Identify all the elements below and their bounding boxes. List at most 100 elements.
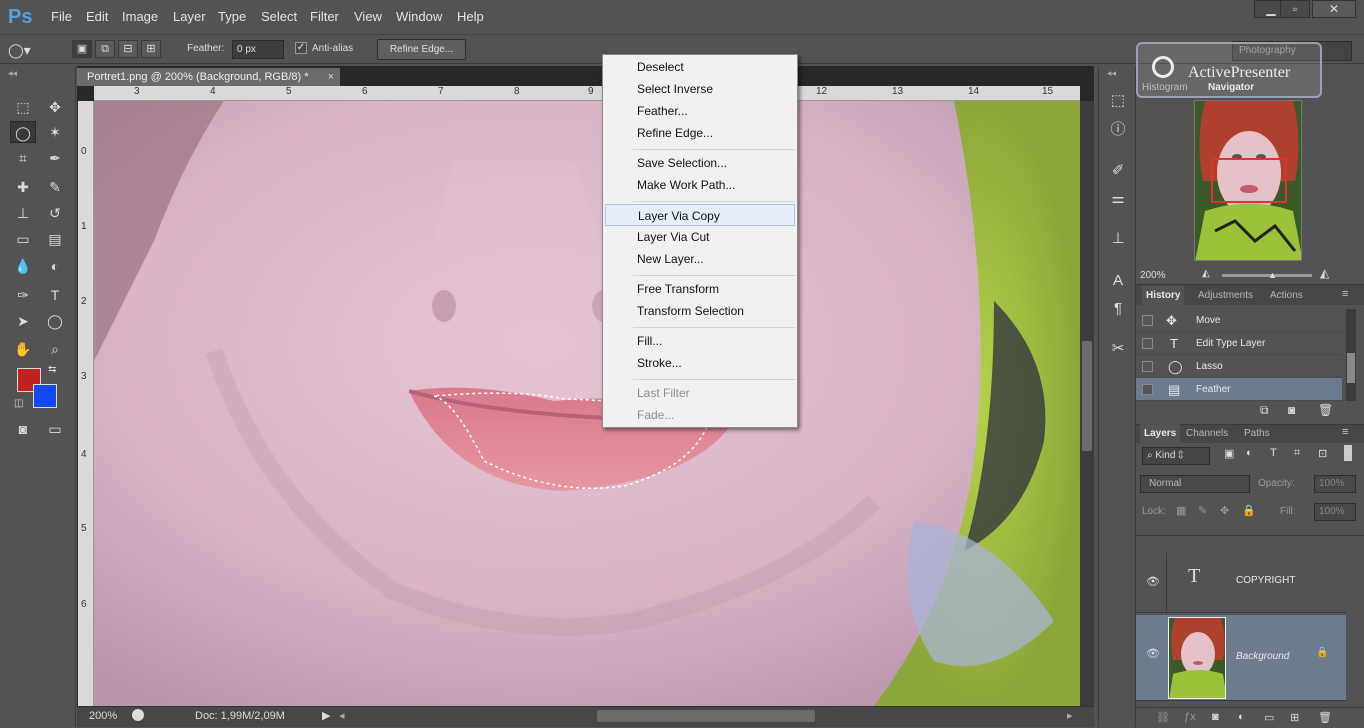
zoom-tool-icon[interactable]: ⌕ [42, 338, 68, 360]
new-layer-icon[interactable]: ⊞ [1290, 711, 1299, 724]
camera-icon[interactable]: ◙ [1288, 403, 1295, 417]
history-checkbox[interactable] [1142, 361, 1153, 372]
tab-adjustments[interactable]: Adjustments [1194, 286, 1257, 306]
scroll-right-icon[interactable]: ▸ [1067, 709, 1073, 722]
tab-layers[interactable]: Layers [1140, 424, 1181, 444]
tools-icon[interactable]: ✂ [1107, 338, 1129, 360]
document-tab[interactable]: Portret1.png @ 200% (Background, RGB/8) … [77, 68, 340, 86]
smart-object-filter-icon[interactable]: ⊡ [1318, 447, 1327, 460]
opacity-input[interactable]: 100% [1314, 475, 1356, 493]
eraser-tool-icon[interactable]: ▭ [10, 228, 36, 250]
type-tool-icon[interactable]: T [42, 284, 68, 306]
vertical-scrollbar[interactable] [1080, 101, 1094, 706]
blend-mode-select[interactable]: Normal [1140, 475, 1250, 493]
menu-help[interactable]: Help [457, 9, 484, 24]
swap-colors-icon[interactable]: ⇆ [48, 364, 56, 375]
tab-actions[interactable]: Actions [1266, 286, 1307, 306]
type-filter-icon[interactable]: T [1270, 447, 1277, 459]
3d-icon[interactable]: ⬚ [1107, 90, 1129, 112]
hand-tool-icon[interactable]: ✋ [10, 338, 36, 360]
subtract-selection-icon[interactable]: ⊟ [118, 40, 138, 58]
new-document-from-state-icon[interactable]: ⧉ [1260, 403, 1269, 418]
menu-filter[interactable]: Filter [310, 9, 339, 24]
menu-item-refine-edge[interactable]: Refine Edge... [605, 122, 795, 144]
fx-icon[interactable]: ƒx [1184, 711, 1196, 723]
move-tool-icon[interactable]: ✥ [42, 96, 68, 118]
magic-wand-tool-icon[interactable]: ✶ [42, 121, 68, 143]
brushes-icon[interactable]: ✐ [1107, 160, 1129, 182]
panel-menu-icon[interactable]: ≡ [1342, 288, 1348, 300]
collapse-icon[interactable]: ◂◂ [1107, 68, 1116, 79]
eye-icon[interactable]: 👁 [1146, 647, 1160, 660]
new-selection-icon[interactable]: ▣ [72, 40, 92, 58]
brush-tool-icon[interactable]: ✎ [42, 176, 68, 198]
group-icon[interactable]: ▭ [1264, 711, 1274, 724]
menu-layer[interactable]: Layer [173, 9, 206, 24]
marquee-tool-icon[interactable]: ⬚ [10, 96, 36, 118]
eye-icon[interactable]: 👁 [1146, 575, 1160, 588]
layer-row-background[interactable]: 👁 Background 🔒 [1136, 615, 1346, 701]
history-checkbox[interactable] [1142, 384, 1153, 395]
lasso-preset-icon[interactable]: ◯▾ [8, 41, 48, 59]
ellipse-tool-icon[interactable]: ◯ [42, 310, 68, 332]
history-scroll-thumb[interactable] [1347, 353, 1355, 383]
menu-item-new-layer[interactable]: New Layer... [605, 248, 795, 270]
antialias-checkbox[interactable]: ✓ [295, 42, 307, 54]
lock-all-icon[interactable]: 🔒 [1242, 504, 1256, 517]
history-brush-tool-icon[interactable]: ↺ [42, 202, 68, 224]
menu-item-transform-selection[interactable]: Transform Selection [605, 300, 795, 322]
history-item-feather[interactable]: ▤ Feather [1136, 378, 1342, 401]
layer-mask-icon[interactable]: ◙ [1212, 711, 1219, 723]
history-item-move[interactable]: ✥ Move [1136, 309, 1342, 332]
history-item-edit-type-layer[interactable]: T Edit Type Layer [1136, 332, 1342, 355]
character-icon[interactable]: A [1107, 270, 1129, 292]
vertical-scroll-thumb[interactable] [1082, 341, 1092, 451]
add-selection-icon[interactable]: ⧉ [95, 40, 115, 58]
navigator-thumbnail[interactable] [1194, 100, 1302, 261]
lock-transparent-icon[interactable]: ▦ [1176, 504, 1186, 517]
background-color-swatch[interactable] [33, 384, 57, 408]
navigator-view-box[interactable] [1211, 158, 1287, 203]
pixel-filter-icon[interactable]: ▣ [1224, 447, 1234, 460]
restore-icon[interactable]: ▫ [1280, 0, 1310, 18]
paragraph-icon[interactable]: ¶ [1107, 298, 1129, 320]
menu-item-stroke[interactable]: Stroke... [605, 352, 795, 374]
clone-source-icon[interactable]: ⊥ [1107, 228, 1129, 250]
history-checkbox[interactable] [1142, 315, 1153, 326]
default-colors-icon[interactable]: ◫ [14, 398, 23, 409]
feather-input[interactable]: 0 px [232, 40, 284, 59]
layer-row-copyright[interactable]: 👁 T COPYRIGHT [1136, 553, 1346, 613]
blur-tool-icon[interactable]: 💧 [10, 255, 36, 277]
status-menu-arrow-icon[interactable]: ▶ [322, 709, 330, 722]
lock-position-icon[interactable]: ✥ [1220, 504, 1229, 517]
stamp-tool-icon[interactable]: ⊥ [10, 202, 36, 224]
history-item-lasso[interactable]: ◯ Lasso [1136, 355, 1342, 378]
menu-file[interactable]: File [51, 9, 72, 24]
history-scrollbar[interactable] [1346, 309, 1356, 401]
navigator-zoom-slider[interactable] [1222, 274, 1312, 277]
history-checkbox[interactable] [1142, 338, 1153, 349]
trash-icon[interactable]: 🗑 [1318, 403, 1333, 417]
screen-mode-icon[interactable]: ▭ [42, 418, 68, 440]
menu-item-deselect[interactable]: Deselect [605, 56, 795, 78]
shape-filter-icon[interactable]: ⌗ [1294, 447, 1300, 460]
menu-item-feather[interactable]: Feather... [605, 100, 795, 122]
menu-view[interactable]: View [354, 9, 382, 24]
menu-item-free-transform[interactable]: Free Transform [605, 278, 795, 300]
close-tab-icon[interactable]: × [328, 68, 334, 86]
intersect-selection-icon[interactable]: ⊞ [141, 40, 161, 58]
zoom-in-icon[interactable]: ◭ [1320, 266, 1329, 280]
info-icon[interactable]: ⓘ [1107, 119, 1129, 141]
gradient-tool-icon[interactable]: ▤ [42, 228, 68, 250]
horizontal-scroll-thumb[interactable] [597, 710, 815, 722]
menu-type[interactable]: Type [218, 9, 246, 24]
filter-toggle[interactable] [1344, 445, 1352, 461]
menu-window[interactable]: Window [396, 9, 442, 24]
menu-item-select-inverse[interactable]: Select Inverse [605, 78, 795, 100]
close-icon[interactable]: ✕ [1312, 0, 1356, 18]
dodge-tool-icon[interactable]: ◐ [42, 255, 68, 277]
menu-select[interactable]: Select [261, 9, 297, 24]
collapse-icon[interactable]: ◂◂ [8, 68, 17, 79]
menu-edit[interactable]: Edit [86, 9, 108, 24]
lasso-tool-icon[interactable]: ◯ [10, 121, 36, 143]
